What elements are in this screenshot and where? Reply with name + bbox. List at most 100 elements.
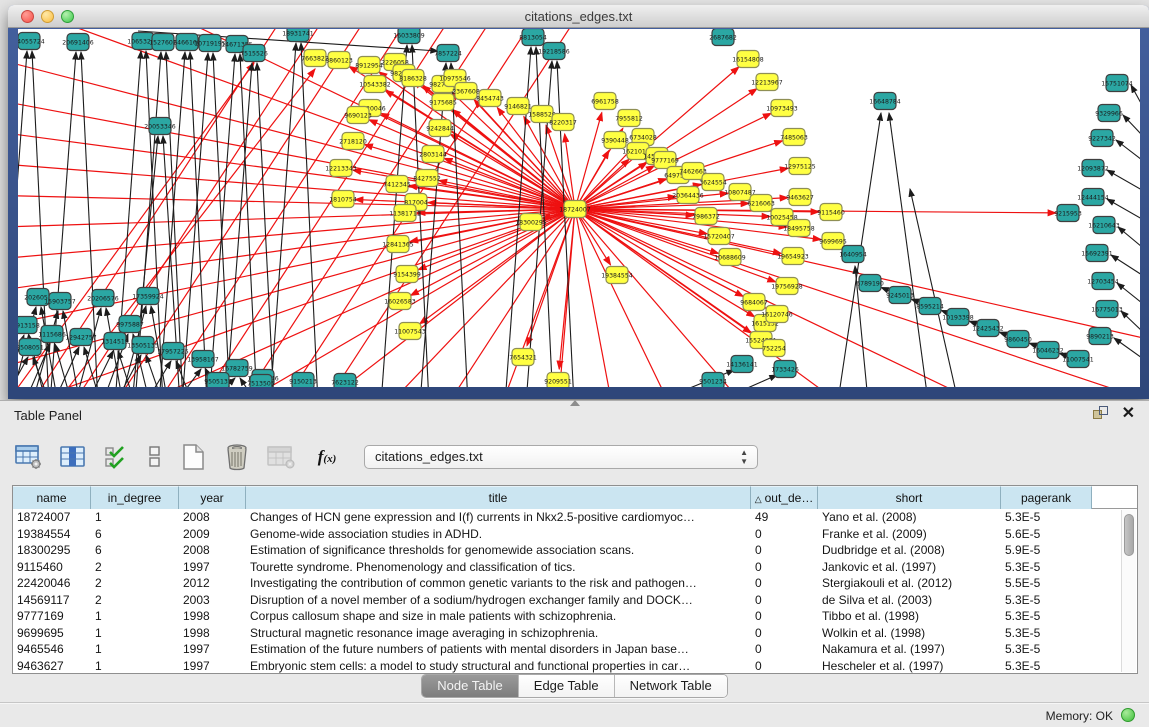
table-row[interactable]: 946362711997Embryonic stem cells: a mode… [13,658,1137,675]
table-cell[interactable]: 2008 [179,509,246,526]
graph-node[interactable]: 11007543 [394,323,426,340]
table-cell[interactable]: 1998 [179,608,246,625]
table-row[interactable]: 911546021997Tourette syndrome. Phenomeno… [13,559,1137,576]
table-cell[interactable]: Disruption of a novel member of a sodium… [246,592,751,609]
graph-node[interactable]: 16026583 [384,293,416,310]
graph-node[interactable]: 11381711 [389,205,421,222]
table-cell[interactable]: 0 [751,542,818,559]
graph-node[interactable]: 1640954 [839,246,867,263]
graph-node[interactable]: 8860123 [325,52,353,69]
graph-node[interactable]: 12213967 [751,74,783,91]
graph-node[interactable]: 7412345 [383,176,411,193]
table-cell[interactable]: Genome-wide association studies in ADHD. [246,526,751,543]
graph-node[interactable]: 7955812 [615,110,643,127]
graph-node[interactable]: 9501234 [699,373,727,388]
graph-node[interactable]: 7513505 [247,375,275,388]
table-row[interactable]: 977716911998Corpus callosum shape and si… [13,608,1137,625]
graph-node[interactable]: 18931741 [282,29,314,42]
graph-node[interactable]: 9245013 [886,287,914,304]
table-cell[interactable]: Nakamura et al. (1997) [818,641,1001,658]
tab-network-table[interactable]: Network Table [615,675,727,697]
table-row[interactable]: 1456911722003Disruption of a novel membe… [13,592,1137,609]
table-cell[interactable]: Dudbridge et al. (2008) [818,542,1001,559]
graph-node[interactable]: 3624554 [699,174,727,191]
table-cell[interactable]: 49 [751,509,818,526]
graph-node[interactable]: 16154808 [732,51,764,68]
table-cell[interactable]: 1 [91,509,179,526]
table-cell[interactable]: Hescheler et al. (1997) [818,658,1001,675]
graph-node[interactable]: 12841365 [382,236,414,253]
graph-node[interactable]: 8813054 [519,29,547,46]
graph-node[interactable]: 8186328 [399,70,427,87]
table-cell[interactable]: Jankovic et al. (1997) [818,559,1001,576]
table-cell[interactable]: 1998 [179,625,246,642]
graph-node[interactable]: 17359924 [132,288,164,305]
table-cell[interactable]: 0 [751,526,818,543]
table-cell[interactable]: 5.3E-5 [1001,641,1092,658]
graph-node[interactable]: 9329966 [1095,105,1123,122]
graph-node[interactable]: 9975887 [116,316,144,333]
table-cell[interactable]: Changes of HCN gene expression and I(f) … [246,509,751,526]
table-row[interactable]: 1938455462009Genome-wide association stu… [13,526,1137,543]
graph-node[interactable]: 12703454 [1087,273,1119,290]
graph-node[interactable]: 15903757 [44,293,76,310]
graph-node[interactable]: 9463627 [786,189,814,206]
table-cell[interactable]: 2008 [179,542,246,559]
graph-node[interactable]: 20691406 [62,34,94,51]
graph-node[interactable]: 13958167 [187,351,219,368]
graph-node[interactable]: 12093872 [1077,160,1109,177]
graph-node[interactable]: 8454743 [476,90,504,107]
tab-edge-table[interactable]: Edge Table [519,675,615,697]
table-cell[interactable]: 6 [91,526,179,543]
table-cell[interactable]: Corpus callosum shape and size in male p… [246,608,751,625]
graph-node[interactable]: 7654321 [509,349,537,366]
graph-node[interactable]: 18724007 [559,201,591,218]
row-selection-icon[interactable] [102,442,132,472]
table-cell[interactable]: 5.3E-5 [1001,608,1092,625]
graph-node[interactable]: 2718120 [339,133,367,150]
table-cell[interactable]: 9465546 [13,641,91,658]
table-cell[interactable]: Estimation of significance thresholds fo… [246,542,751,559]
graph-node[interactable]: 14055724 [18,33,45,50]
graph-node[interactable]: 7623122 [331,374,359,388]
graph-node[interactable]: 9690123 [344,107,372,124]
graph-node[interactable]: 9209551 [544,373,572,388]
table-cell[interactable]: 2 [91,575,179,592]
table-cell[interactable]: 9777169 [13,608,91,625]
graph-node[interactable]: 12942757 [65,329,97,346]
table-cell[interactable]: 19384554 [13,526,91,543]
table-row[interactable]: 1872400712008Changes of HCN gene express… [13,509,1137,526]
graph-node[interactable]: 7986372 [692,208,720,225]
new-table-icon[interactable] [178,442,208,472]
scrollbar-thumb[interactable] [1124,514,1134,556]
table-selector-dropdown[interactable]: citations_edges.txt ▲▼ [364,445,758,469]
graph-node[interactable]: 15692391 [1081,245,1113,262]
graph-node[interactable]: 9390448 [601,132,629,149]
table-cell[interactable]: Structural magnetic resonance image aver… [246,625,751,642]
graph-node[interactable]: 9175685 [429,94,457,111]
graph-node[interactable]: 6216063 [747,195,775,212]
graph-node[interactable]: 1810754 [329,191,357,208]
graph-node[interactable]: 6789190 [856,275,884,292]
graph-node[interactable]: 8427552 [413,170,441,187]
graph-node[interactable]: 19654923 [777,248,809,265]
table-cell[interactable]: 14569117 [13,592,91,609]
graph-node[interactable]: 752254 [762,340,786,357]
table-cell[interactable]: Investigating the contribution of common… [246,575,751,592]
float-panel-icon[interactable] [1093,406,1108,421]
graph-node[interactable]: 9150213 [289,373,317,388]
table-cell[interactable]: 1997 [179,658,246,675]
graph-node[interactable]: 9505137 [204,373,232,388]
column-header-out_de[interactable]: △out_de… [751,486,818,509]
graph-node[interactable]: 8595214 [916,298,944,315]
table-cell[interactable]: 5.3E-5 [1001,559,1092,576]
graph-node[interactable]: 13505135 [127,337,159,354]
graph-node[interactable]: 9860450 [1004,331,1032,348]
graph-node[interactable]: 16033809 [393,29,425,44]
table-cell[interactable]: 0 [751,575,818,592]
graph-node[interactable]: 18300295 [515,214,547,231]
graph-node[interactable]: 20053346 [144,118,176,135]
graph-node[interactable]: 9154399 [393,266,421,283]
column-header-title[interactable]: title [246,486,751,509]
splitter-handle[interactable] [570,400,580,406]
